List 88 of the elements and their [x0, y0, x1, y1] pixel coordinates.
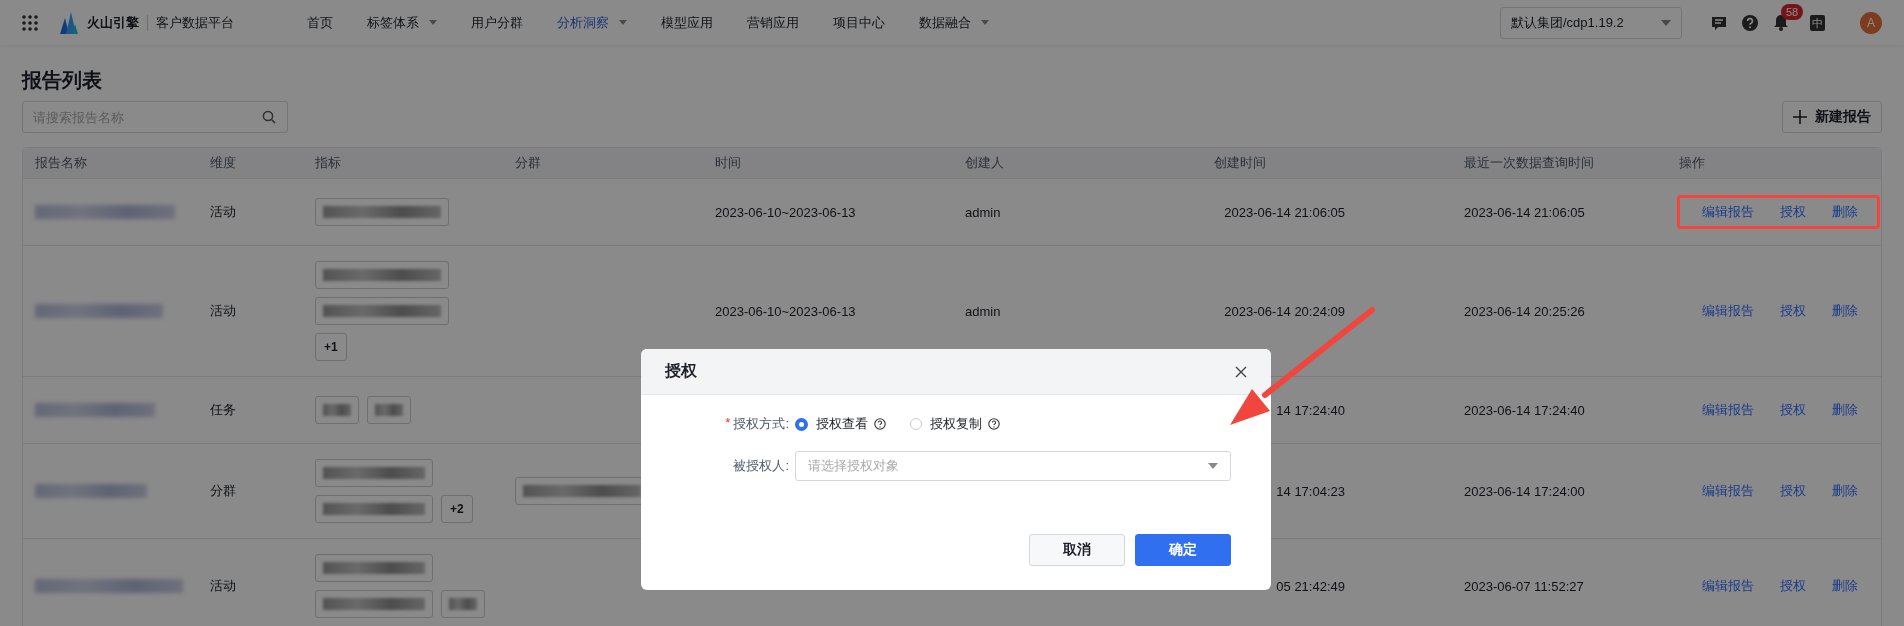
table-cell: 14 17:04:23 [1276, 483, 1345, 499]
table-cell: admin [965, 303, 1001, 319]
column-header: 报告名称 [34, 154, 88, 172]
action-link[interactable]: 授权 [1780, 482, 1806, 500]
apps-menu-icon[interactable] [22, 14, 38, 31]
radio-button[interactable] [795, 417, 808, 431]
table-cell: 05 21:42:49 [1276, 578, 1345, 594]
help-icon[interactable] [1742, 14, 1758, 31]
nav-item[interactable]: 分析洞察 [557, 13, 627, 32]
action-link[interactable]: 编辑报告 [1702, 203, 1754, 221]
table-cell: 2023-06-14 20:24:09 [1224, 303, 1345, 319]
more-tag: +2 [441, 495, 473, 523]
nav-item[interactable]: 标签体系 [367, 13, 437, 32]
table-cell: 2023-06-14 21:06:05 [1464, 204, 1585, 220]
nav-item[interactable]: 模型应用 [661, 13, 713, 32]
nav-item[interactable]: 用户分群 [471, 13, 523, 32]
assignee-select[interactable]: 请选择授权对象 [795, 451, 1231, 481]
action-link[interactable]: 授权 [1780, 577, 1806, 595]
notification-badge: 58 [1781, 4, 1804, 20]
table-cell: 2023-06-14 21:06:05 [1224, 204, 1345, 220]
message-icon[interactable] [1711, 14, 1727, 31]
action-link[interactable]: 授权 [1780, 302, 1806, 320]
required-mark: * [725, 415, 731, 432]
nav-item[interactable]: 营销应用 [747, 13, 799, 32]
table-cell: 活动 [210, 204, 236, 219]
column-header: 分群 [514, 154, 542, 172]
column-header: 创建时间 [1213, 154, 1267, 172]
close-icon[interactable] [1235, 365, 1247, 378]
caret-icon[interactable] [619, 20, 627, 25]
field-label: 被授权人: [733, 457, 789, 475]
action-link[interactable]: 编辑报告 [1702, 401, 1754, 419]
table-cell: 活动 [210, 578, 236, 593]
redacted-tag [441, 590, 485, 618]
plus-icon [1793, 110, 1807, 124]
column-header: 指标 [314, 154, 342, 172]
column-header: 操作 [1678, 154, 1706, 172]
table-cell: 2023-06-07 11:52:27 [1464, 578, 1584, 594]
nav-item[interactable]: 项目中心 [833, 13, 885, 32]
radio-label[interactable]: 授权查看 [816, 415, 868, 433]
more-tag: +1 [315, 333, 347, 361]
table-cell: 2023-06-14 20:25:26 [1464, 303, 1585, 319]
redacted-tag [315, 396, 359, 424]
table-cell: 14 17:24:40 [1276, 402, 1345, 418]
column-header: 时间 [714, 154, 742, 172]
table-cell: 2023-06-10~2023-06-13 [715, 204, 856, 220]
action-link[interactable]: 编辑报告 [1702, 482, 1754, 500]
action-link[interactable]: 授权 [1780, 203, 1806, 221]
table-cell: 2023-06-14 17:24:40 [1464, 402, 1585, 418]
product-name: 客户数据平台 [156, 13, 234, 32]
action-link[interactable]: 授权 [1780, 401, 1806, 419]
project-select[interactable]: 默认集团/cdp1.19.2 [1500, 6, 1682, 39]
caret-icon[interactable] [1661, 19, 1671, 26]
action-link[interactable]: 删除 [1832, 482, 1858, 500]
column-header: 创建人 [964, 154, 1005, 172]
action-link[interactable]: 删除 [1832, 203, 1858, 221]
brand-name: 火山引擎 [87, 13, 139, 32]
help-icon[interactable] [874, 418, 886, 430]
table-cell: admin [965, 204, 1001, 220]
column-header: 维度 [209, 154, 237, 172]
table-cell: 任务 [210, 402, 236, 417]
caret-icon[interactable] [981, 20, 989, 25]
caret-icon[interactable] [429, 20, 437, 25]
action-link[interactable]: 删除 [1832, 401, 1858, 419]
table-cell: 活动 [210, 303, 236, 318]
logo-icon [60, 11, 78, 34]
confirm-button[interactable]: 确定 [1135, 534, 1231, 566]
cancel-button[interactable]: 取消 [1029, 534, 1125, 566]
action-link[interactable]: 编辑报告 [1702, 302, 1754, 320]
bell-icon[interactable] [1773, 14, 1789, 31]
search-icon[interactable] [262, 110, 276, 124]
action-link[interactable]: 编辑报告 [1702, 577, 1754, 595]
caret-icon[interactable] [1208, 463, 1218, 469]
language-toggle[interactable]: 中 [1810, 14, 1825, 31]
radio-label[interactable]: 授权复制 [930, 415, 982, 433]
help-icon[interactable] [988, 418, 1000, 430]
nav-item[interactable]: 首页 [307, 13, 333, 32]
table-cell: 分群 [210, 483, 236, 498]
action-link[interactable]: 删除 [1832, 577, 1858, 595]
nav-item[interactable]: 数据融合 [919, 13, 989, 32]
field-label: 授权方式: [733, 415, 789, 433]
action-link[interactable]: 删除 [1832, 302, 1858, 320]
redacted-tag [367, 396, 411, 424]
user-avatar[interactable]: A [1860, 11, 1882, 34]
new-report-button[interactable]: 新建报告 [1782, 101, 1882, 133]
dialog-title: 授权 [665, 361, 697, 381]
table-cell: 2023-06-14 17:24:00 [1464, 483, 1585, 499]
page-title: 报告列表 [22, 68, 103, 93]
table-cell: 2023-06-10~2023-06-13 [715, 303, 856, 319]
